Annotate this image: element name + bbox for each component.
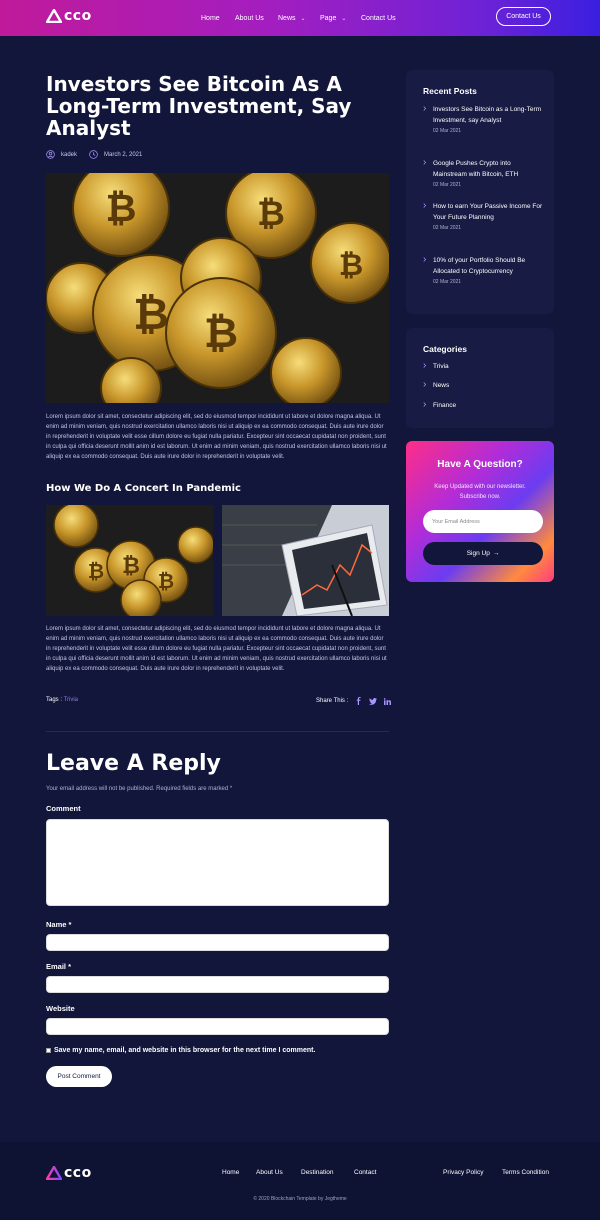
coins-image: ₿ ₿ ₿ — [46, 505, 213, 616]
recent-post-item[interactable]: How to earn Your Passive Income For Your… — [423, 200, 543, 231]
user-icon — [46, 150, 55, 159]
svg-text:₿: ₿ — [204, 308, 238, 357]
svg-text:₿: ₿ — [122, 554, 140, 579]
chevron-down-icon: ⌄ — [341, 15, 347, 22]
email-label: Email * — [46, 962, 72, 971]
recent-post-item[interactable]: Investors See Bitcoin as a Long-Term Inv… — [423, 103, 543, 134]
newsletter-subtitle: Keep Updated with our newsletter. Subscr… — [434, 484, 526, 500]
section-divider — [46, 731, 389, 732]
logo-icon — [46, 1166, 62, 1180]
trading-tablet-image — [222, 505, 389, 616]
categories-title: Categories — [423, 344, 467, 354]
svg-text:₿: ₿ — [88, 559, 104, 583]
arrow-right-icon: → — [492, 550, 500, 557]
svg-text:₿: ₿ — [133, 289, 169, 340]
share-label: Share This : — [316, 698, 349, 704]
sign-up-button[interactable]: Sign Up → — [423, 542, 543, 565]
save-info-label: Save my name, email, and website in this… — [54, 1047, 316, 1054]
footer-nav-about[interactable]: About Us — [256, 1169, 283, 1176]
name-label: Name * — [46, 920, 72, 929]
post-subheading: How We Do A Concert In Pandemic — [46, 483, 241, 494]
tags-label: Tags : — [46, 697, 63, 703]
category-finance[interactable]: Finance — [423, 399, 456, 410]
facebook-icon[interactable] — [355, 697, 362, 705]
post-author[interactable]: kadek — [46, 150, 77, 159]
twitter-icon[interactable] — [369, 697, 378, 705]
footer-nav-home[interactable]: Home — [222, 1169, 239, 1176]
clock-icon — [89, 150, 98, 159]
recent-post-item[interactable]: 10% of your Portfolio Should Be Allocate… — [423, 254, 543, 285]
post-date: March 2, 2021 — [89, 150, 142, 159]
categories-widget: Categories Trivia News Finance — [406, 328, 554, 428]
comment-textarea[interactable] — [46, 819, 389, 906]
tag-link[interactable]: Trivia — [64, 697, 78, 703]
linkedin-icon[interactable] — [384, 697, 392, 705]
logo-text: cco — [64, 8, 92, 24]
nav-news[interactable]: News ⌄ — [278, 0, 306, 36]
category-news[interactable]: News — [423, 379, 449, 390]
post-tags: Tags : Trivia — [46, 697, 78, 703]
site-header: cco Home About Us News ⌄ Page ⌄ Contact Us… — [0, 0, 600, 36]
svg-text:₿: ₿ — [106, 186, 137, 230]
reply-note: Your email address will not be published… — [46, 786, 233, 792]
footer-nav-destination[interactable]: Destination — [301, 1169, 334, 1176]
post-comment-button[interactable]: Post Comment — [46, 1066, 112, 1087]
reply-heading: Leave A Reply — [46, 751, 221, 776]
logo-icon — [46, 9, 62, 23]
footer-nav-contact[interactable]: Contact — [354, 1169, 376, 1176]
save-info-checkbox-row[interactable]: Save my name, email, and website in this… — [46, 1047, 315, 1054]
logo[interactable]: cco — [46, 5, 92, 27]
svg-text:₿: ₿ — [339, 248, 363, 283]
category-trivia[interactable]: Trivia — [423, 360, 449, 371]
recent-posts-title: Recent Posts — [423, 86, 477, 96]
date-text: March 2, 2021 — [104, 151, 143, 158]
nav-contact[interactable]: Contact Us — [361, 0, 396, 36]
newsletter-email-input[interactable]: Your Email Address — [423, 510, 543, 533]
post-title: Investors See Bitcoin As A Long-Term Inv… — [46, 72, 352, 140]
nav-home[interactable]: Home — [201, 0, 220, 36]
recent-posts-widget: Recent Posts Investors See Bitcoin as a … — [406, 70, 554, 314]
nav-about[interactable]: About Us — [235, 0, 264, 36]
website-label: Website — [46, 1004, 75, 1013]
post-paragraph-1: Lorem ipsum dolor sit amet, consectetur … — [46, 414, 387, 460]
footer-logo[interactable]: cco — [46, 1162, 92, 1184]
chevron-down-icon: ⌄ — [300, 15, 306, 22]
privacy-policy-link[interactable]: Privacy Policy — [443, 1169, 483, 1176]
author-name: kadek — [61, 151, 78, 158]
svg-text:₿: ₿ — [158, 569, 174, 593]
recent-post-item[interactable]: Google Pushes Crypto into Mainstream wit… — [423, 157, 543, 188]
nav-page[interactable]: Page ⌄ — [320, 0, 346, 36]
save-info-checkbox[interactable] — [46, 1048, 51, 1053]
copyright: © 2020 Blockchain Template by Jegtheme — [253, 1196, 347, 1202]
terms-condition-link[interactable]: Terms Condition — [502, 1169, 549, 1176]
name-field[interactable] — [46, 934, 389, 951]
share-bar: Share This : — [316, 697, 392, 705]
post-featured-image: ₿ ₿ ₿ ₿ ₿ — [46, 173, 389, 403]
email-field[interactable] — [46, 976, 389, 993]
website-field[interactable] — [46, 1018, 389, 1035]
newsletter-title: Have A Question? — [437, 459, 523, 470]
contact-us-button[interactable]: Contact Us — [496, 7, 551, 26]
svg-text:₿: ₿ — [257, 194, 285, 234]
post-paragraph-2: Lorem ipsum dolor sit amet, consectetur … — [46, 626, 387, 672]
comment-label: Comment — [46, 804, 81, 813]
